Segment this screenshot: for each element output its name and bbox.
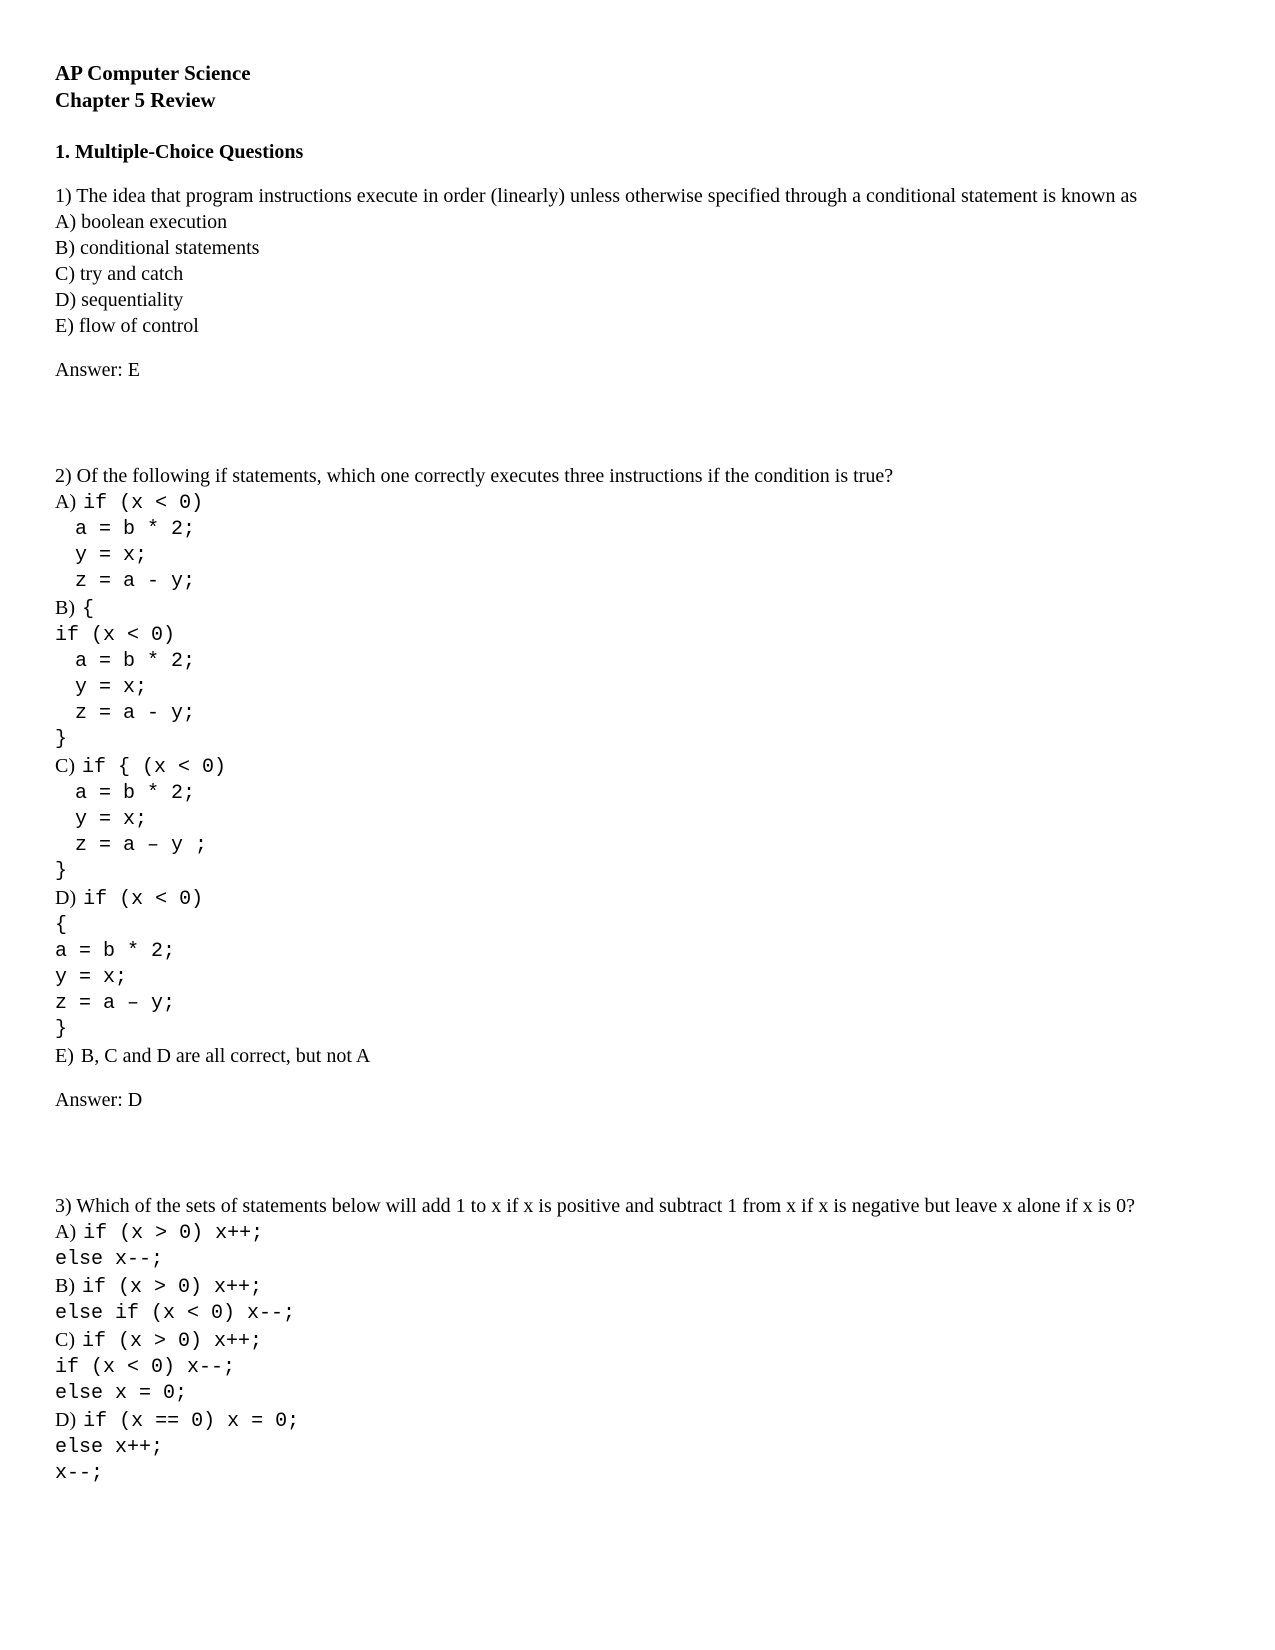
code-text: a = b * 2; [55, 781, 1220, 807]
option-label: B) [55, 595, 80, 621]
section-heading: 1. Multiple-Choice Questions [55, 139, 1220, 165]
code-text: if { (x < 0) [82, 755, 226, 781]
code-text: else if (x < 0) x--; [55, 1301, 1220, 1327]
q1-option-a: A) boolean execution [55, 209, 1220, 235]
q1-answer: Answer: E [55, 357, 1220, 383]
code-text: if (x < 0) [83, 887, 203, 913]
code-text: z = a - y; [55, 569, 1220, 595]
code-text: if (x == 0) x = 0; [83, 1409, 299, 1435]
code-text: if (x < 0) [55, 623, 1220, 649]
option-label: A) [55, 489, 81, 515]
option-text: B, C and D are all correct, but not A [81, 1043, 370, 1069]
code-text: x--; [55, 1461, 1220, 1487]
q3-option-d: D) if (x == 0) x = 0; [55, 1407, 1220, 1435]
q2-answer: Answer: D [55, 1087, 1220, 1113]
code-text: a = b * 2; [55, 939, 1220, 965]
code-text: y = x; [55, 807, 1220, 833]
option-label: C) [55, 753, 80, 779]
q1-option-c: C) try and catch [55, 261, 1220, 287]
code-text: if (x < 0) [83, 491, 203, 517]
chapter-title: Chapter 5 Review [55, 87, 1220, 114]
option-label: D) [55, 885, 81, 911]
question-1: 1) The idea that program instructions ex… [55, 183, 1220, 383]
code-text: if (x > 0) x++; [82, 1329, 262, 1355]
course-title: AP Computer Science [55, 60, 1220, 87]
question-2: 2) Of the following if statements, which… [55, 463, 1220, 1113]
option-label: C) [55, 1327, 80, 1353]
option-label: B) [55, 1273, 80, 1299]
q2-option-e: E) B, C and D are all correct, but not A [55, 1043, 1220, 1069]
q1-prompt: 1) The idea that program instructions ex… [55, 183, 1220, 209]
code-text: if (x > 0) x++; [83, 1221, 263, 1247]
code-text: else x = 0; [55, 1381, 1220, 1407]
q1-option-b: B) conditional statements [55, 235, 1220, 261]
code-text: else x--; [55, 1247, 1220, 1273]
code-text: a = b * 2; [55, 517, 1220, 543]
option-label: E) [55, 1043, 79, 1069]
code-text: if (x < 0) x--; [55, 1355, 1220, 1381]
q3-option-b: B) if (x > 0) x++; [55, 1273, 1220, 1301]
code-text: else x++; [55, 1435, 1220, 1461]
q2-option-a: A) if (x < 0) [55, 489, 1220, 517]
q2-option-c: C) if { (x < 0) [55, 753, 1220, 781]
code-text: a = b * 2; [55, 649, 1220, 675]
q2-prompt: 2) Of the following if statements, which… [55, 463, 1220, 489]
code-text: { [55, 913, 1220, 939]
code-text: y = x; [55, 965, 1220, 991]
q2-option-b: B) { [55, 595, 1220, 623]
q1-option-e: E) flow of control [55, 313, 1220, 339]
q3-option-c: C) if (x > 0) x++; [55, 1327, 1220, 1355]
option-label: A) [55, 1219, 81, 1245]
code-text: } [55, 859, 1220, 885]
code-text: y = x; [55, 543, 1220, 569]
code-text: if (x > 0) x++; [82, 1275, 262, 1301]
code-text: } [55, 727, 1220, 753]
code-text: } [55, 1017, 1220, 1043]
code-text: z = a – y; [55, 991, 1220, 1017]
q1-option-d: D) sequentiality [55, 287, 1220, 313]
document-header: AP Computer Science Chapter 5 Review [55, 60, 1220, 115]
q3-option-a: A) if (x > 0) x++; [55, 1219, 1220, 1247]
question-3: 3) Which of the sets of statements below… [55, 1193, 1220, 1487]
option-label: D) [55, 1407, 81, 1433]
q2-option-d: D) if (x < 0) [55, 885, 1220, 913]
code-text: y = x; [55, 675, 1220, 701]
code-text: z = a - y; [55, 701, 1220, 727]
q3-prompt: 3) Which of the sets of statements below… [55, 1193, 1220, 1219]
code-text: z = a – y ; [55, 833, 1220, 859]
code-text: { [82, 597, 94, 623]
